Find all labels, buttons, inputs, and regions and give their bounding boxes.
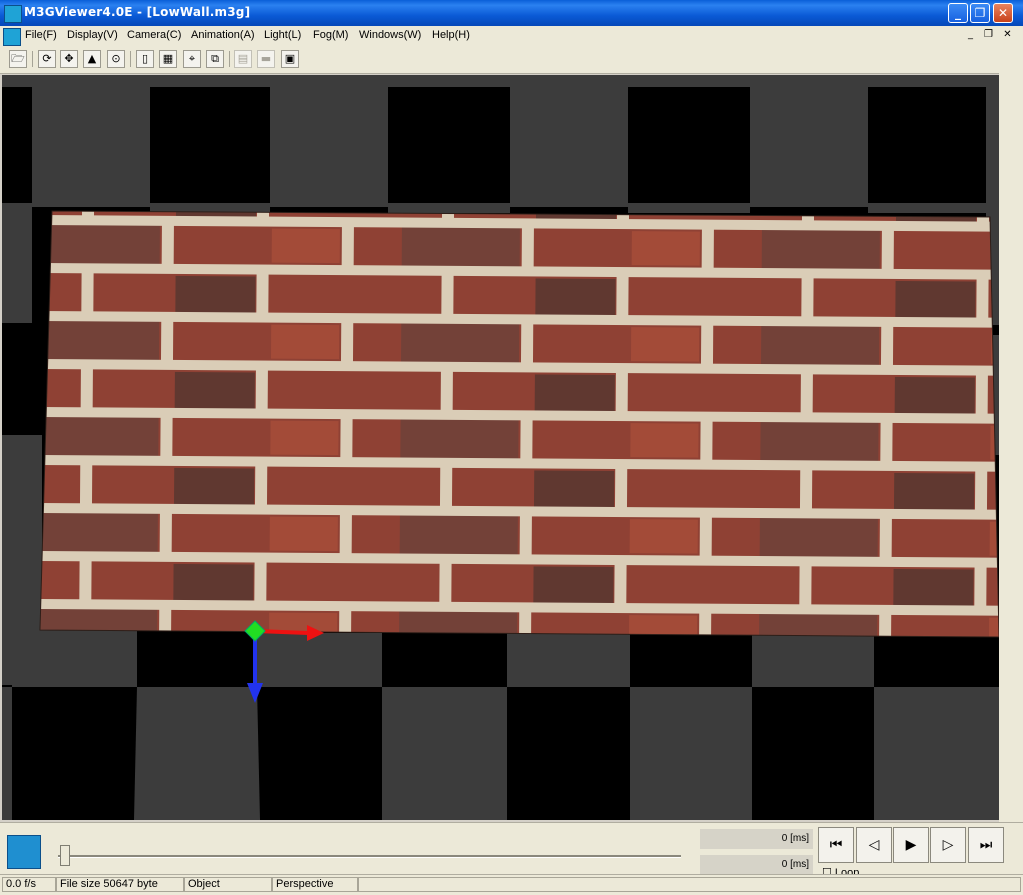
copy-icon[interactable]: ⧉	[206, 50, 224, 68]
menu-help[interactable]: Help(H)	[432, 29, 470, 41]
timeline-slider-thumb[interactable]	[60, 845, 70, 866]
menu-animation[interactable]: Animation(A)	[191, 29, 255, 41]
skip-to-start-icon[interactable]: ⏮	[818, 827, 854, 863]
menu-light[interactable]: Light(L)	[264, 29, 301, 41]
screen-icon[interactable]: ▣	[281, 50, 299, 68]
grid-icon[interactable]: ▦	[159, 50, 177, 68]
projection-readout: Perspective	[272, 877, 358, 892]
status-spacer	[358, 877, 1021, 892]
fps-readout: 0.0 f/s	[2, 877, 56, 892]
current-time-display: 0 [ms]	[700, 829, 813, 849]
document-icon[interactable]	[3, 28, 21, 46]
timeline-track[interactable]	[58, 855, 681, 858]
app-icon	[4, 5, 22, 23]
viewport-frame	[999, 73, 1023, 823]
menu-file[interactable]: File(F)	[25, 29, 57, 41]
toolbar-separator	[229, 51, 230, 67]
move-icon[interactable]: ✥	[60, 50, 78, 68]
up-arrow-icon[interactable]: ▲	[83, 50, 101, 68]
menu-windows[interactable]: Windows(W)	[359, 29, 421, 41]
menu-display[interactable]: Display(V)	[67, 29, 118, 41]
toolbar: 🗁 ⟳ ✥ ▲ ⊙ ▯ ▦ ⌖ ⧉ ▤ ▬ ▣	[0, 46, 1023, 74]
toolbar-separator	[130, 51, 131, 67]
texture-icon[interactable]: ▤	[234, 50, 252, 68]
menu-fog[interactable]: Fog(M)	[313, 29, 348, 41]
close-button[interactable]: ✕	[993, 3, 1013, 23]
animation-panel: 0 [ms] 0 [ms] ⏮ ◁ ▶ ▷ ⏭ ☐ Loop	[0, 822, 1023, 879]
menu-bar: File(F) Display(V) Camera(C) Animation(A…	[0, 26, 1023, 46]
3d-viewport[interactable]	[2, 75, 999, 820]
zoom-fit-icon[interactable]: ⊙	[107, 50, 125, 68]
selection-readout: Object	[184, 877, 272, 892]
axes-icon[interactable]: ⌖	[183, 50, 201, 68]
total-time-display: 0 [ms]	[700, 855, 813, 875]
step-back-icon[interactable]: ◁	[856, 827, 892, 863]
toolbar-separator	[32, 51, 33, 67]
play-icon[interactable]: ▶	[893, 827, 929, 863]
window-title: M3GViewer4.0E - [LowWall.m3g]	[24, 5, 251, 19]
mdi-restore-button[interactable]: ❐	[981, 29, 996, 42]
scene-canvas	[2, 75, 999, 820]
skip-to-end-icon[interactable]: ⏭	[968, 827, 1004, 863]
restore-button[interactable]: ❐	[970, 3, 990, 23]
step-forward-icon[interactable]: ▷	[930, 827, 966, 863]
page-icon[interactable]: ▯	[136, 50, 154, 68]
menu-camera[interactable]: Camera(C)	[127, 29, 181, 41]
file-size-readout: File size 50647 byte	[56, 877, 184, 892]
mdi-close-button[interactable]: ✕	[1000, 29, 1015, 42]
m3g-logo-icon	[7, 835, 41, 869]
open-file-icon[interactable]: 🗁	[9, 50, 27, 68]
plane-icon[interactable]: ▬	[257, 50, 275, 68]
rotate-icon[interactable]: ⟳	[38, 50, 56, 68]
title-bar: M3GViewer4.0E - [LowWall.m3g] _ ❐ ✕	[0, 0, 1023, 26]
mdi-minimize-button[interactable]: _	[963, 29, 978, 42]
minimize-button[interactable]: _	[948, 3, 968, 23]
brick-wall-mesh[interactable]	[39, 210, 999, 638]
status-bar: 0.0 f/s File size 50647 byte Object Pers…	[0, 874, 1023, 895]
